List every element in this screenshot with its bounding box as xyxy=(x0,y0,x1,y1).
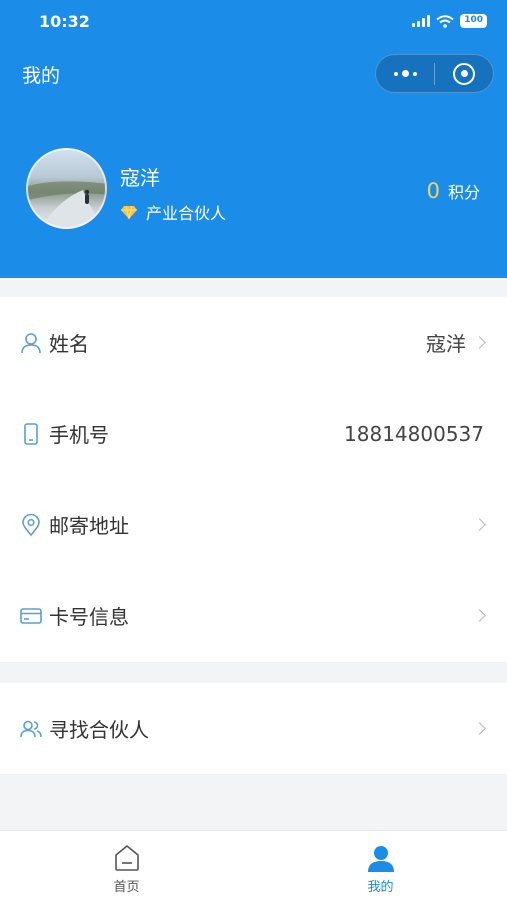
status-bar: 10:32 100 xyxy=(0,0,507,44)
signal-icon xyxy=(412,15,431,27)
wifi-icon xyxy=(436,14,454,28)
battery-icon: 100 xyxy=(460,14,487,28)
status-icons: 100 xyxy=(412,14,487,28)
row-name[interactable]: 姓名 寇洋 xyxy=(0,297,507,388)
role-label: 产业合伙人 xyxy=(146,204,227,223)
profile-header: 10:32 100 我的 寇洋 产业合伙人 0 积分 xyxy=(0,0,507,278)
row-address[interactable]: 邮寄地址 xyxy=(0,479,507,570)
tab-home-label: 首页 xyxy=(113,880,140,895)
target-icon xyxy=(453,62,475,85)
location-pin-icon xyxy=(20,513,42,536)
partner-card: 寻找合伙人 xyxy=(0,683,507,774)
avatar[interactable] xyxy=(26,148,107,229)
row-find-partner[interactable]: 寻找合伙人 xyxy=(0,683,507,774)
more-button[interactable] xyxy=(376,54,434,93)
row-value-phone: 18814800537 xyxy=(344,421,484,446)
mini-program-capsule xyxy=(375,54,494,93)
row-card[interactable]: 卡号信息 xyxy=(0,570,507,661)
person-icon xyxy=(367,846,394,872)
row-value-name: 寇洋 xyxy=(426,332,466,356)
tab-mine[interactable]: 我的 xyxy=(254,831,507,900)
avatar-photo xyxy=(28,181,105,227)
card-icon xyxy=(20,605,42,627)
close-mini-program-button[interactable] xyxy=(435,54,493,93)
diamond-icon xyxy=(121,205,137,219)
chevron-right-icon xyxy=(473,609,486,622)
more-dots-icon xyxy=(393,70,417,77)
page-title: 我的 xyxy=(22,65,61,87)
tab-bar: 首页 我的 xyxy=(0,830,507,900)
home-icon xyxy=(114,845,139,871)
users-icon xyxy=(20,718,42,740)
chevron-right-icon xyxy=(473,336,486,349)
profile-info-card: 姓名 寇洋 手机号 18814800537 邮寄地址 卡号信息 xyxy=(0,297,507,662)
phone-icon xyxy=(20,422,42,445)
tab-mine-label: 我的 xyxy=(367,880,394,895)
row-label-address: 邮寄地址 xyxy=(49,514,129,538)
user-icon xyxy=(20,332,42,354)
row-label-phone: 手机号 xyxy=(49,423,109,447)
tab-home[interactable]: 首页 xyxy=(0,831,253,900)
status-time: 10:32 xyxy=(39,12,90,31)
points-label: 积分 xyxy=(447,183,480,202)
user-name: 寇洋 xyxy=(120,166,160,190)
chevron-right-icon xyxy=(473,722,486,735)
row-label-find-partner: 寻找合伙人 xyxy=(49,718,149,742)
chevron-right-icon xyxy=(473,518,486,531)
role-badge: 产业合伙人 xyxy=(120,200,226,224)
points-value: 0 xyxy=(426,179,440,203)
row-phone: 手机号 18814800537 xyxy=(0,388,507,479)
row-label-name: 姓名 xyxy=(49,332,89,356)
points-display[interactable]: 0 积分 xyxy=(427,179,480,203)
row-label-card: 卡号信息 xyxy=(49,605,129,629)
